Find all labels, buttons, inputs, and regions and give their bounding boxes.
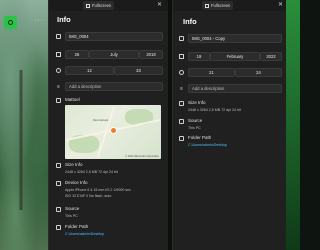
source-value: This PC (188, 126, 201, 130)
description-icon: ≡ (57, 83, 60, 90)
calendar-icon (178, 53, 185, 60)
date-day-field[interactable]: 26 (65, 50, 89, 59)
photos-app-badge-icon[interactable] (4, 16, 17, 29)
folder-path-link[interactable]: C:\Users\admin\Desktop (188, 143, 227, 147)
source-value: This PC (65, 214, 78, 218)
tree-image (6, 70, 40, 210)
file-name-icon (178, 35, 185, 42)
date-day-field[interactable]: 19 (188, 52, 210, 61)
panel-titlebar: Fullscreen ✕ (173, 0, 286, 11)
description-input[interactable]: Add a description (188, 84, 282, 93)
fullscreen-icon (205, 3, 209, 8)
file-name-icon (55, 33, 62, 40)
size-info-label: Size Info (188, 100, 206, 105)
more-options-icon[interactable]: ··· (34, 17, 44, 24)
panel-title: Info (183, 17, 197, 26)
time-hour-field[interactable]: 12 (65, 66, 114, 75)
map-pin-icon (110, 127, 117, 134)
fullscreen-label: Fullscreen (211, 3, 231, 8)
info-panel-copy: Fullscreen ✕ Info IMG_0004 - Copy 19 Feb… (172, 0, 286, 250)
size-info-label: Size Info (65, 162, 83, 167)
clock-icon (178, 69, 185, 76)
device-info-line2: ISO 32 EXIF 0 No flash, auto (65, 194, 112, 198)
time-picker[interactable]: 12 33 (65, 66, 163, 75)
panel-titlebar: Fullscreen ✕ (49, 0, 168, 11)
fullscreen-button[interactable]: Fullscreen (202, 1, 234, 10)
close-icon[interactable]: ✕ (278, 1, 283, 8)
camera-icon (56, 181, 61, 186)
size-info-icon (56, 163, 61, 168)
time-minute-field[interactable]: 33 (114, 66, 163, 75)
panel-title: Info (57, 15, 71, 24)
fullscreen-button[interactable]: Fullscreen (83, 1, 115, 10)
time-picker[interactable]: 21 24 (188, 68, 282, 77)
fullscreen-label: Fullscreen (92, 3, 112, 8)
file-name-input[interactable]: IMG_0004 (65, 32, 163, 41)
date-year-field[interactable]: 2022 (260, 52, 282, 61)
folder-icon (179, 136, 184, 141)
date-picker[interactable]: 26 July 2018 (65, 50, 163, 59)
file-name-input[interactable]: IMG_0004 - Copy (188, 34, 282, 43)
description-icon: ≡ (180, 85, 183, 92)
map-place-label: Denmoshoek (93, 119, 109, 122)
date-picker[interactable]: 19 February 2022 (188, 52, 282, 61)
map-copyright: © 2022 Microsoft Corporation (125, 155, 159, 158)
description-input[interactable]: Add a description (65, 82, 163, 91)
source-icon (179, 119, 184, 124)
source-label: Source (65, 206, 80, 211)
folder-path-label: Folder Path (188, 135, 212, 140)
folder-path-link[interactable]: C:\Users\admin\Desktop (65, 232, 104, 236)
calendar-icon (55, 51, 62, 58)
background-photo (0, 0, 52, 250)
background-green-glow (286, 0, 300, 250)
folder-icon (56, 225, 61, 230)
location-label: Mattoel (65, 97, 80, 102)
info-panel-original: Fullscreen ✕ Info IMG_0004 26 July 2018 … (48, 0, 168, 250)
close-icon[interactable]: ✕ (157, 1, 162, 8)
size-info-icon (179, 101, 184, 106)
source-icon (56, 207, 61, 212)
size-info-value: 2448 x 3264 2,5 MB 72 dpi 24 bit (188, 108, 241, 112)
clock-icon (55, 67, 62, 74)
date-month-field[interactable]: February (210, 52, 260, 61)
location-map[interactable]: Denmoshoek © 2022 Microsoft Corporation (65, 105, 161, 159)
fullscreen-icon (86, 3, 90, 8)
date-year-field[interactable]: 2018 (139, 50, 163, 59)
date-month-field[interactable]: July (89, 50, 139, 59)
time-hour-field[interactable]: 21 (188, 68, 235, 77)
folder-path-label: Folder Path (65, 224, 89, 229)
device-info-line1: Apple iPhone 6 4.15 mm f/2.2 1/9000 sec (65, 188, 131, 192)
size-info-value: 2448 x 3264 2,5 MB 72 dpi 24 bit (65, 170, 118, 174)
location-icon (56, 98, 61, 103)
source-label: Source (188, 118, 203, 123)
time-minute-field[interactable]: 24 (235, 68, 282, 77)
device-info-label: Device Info (65, 180, 88, 185)
